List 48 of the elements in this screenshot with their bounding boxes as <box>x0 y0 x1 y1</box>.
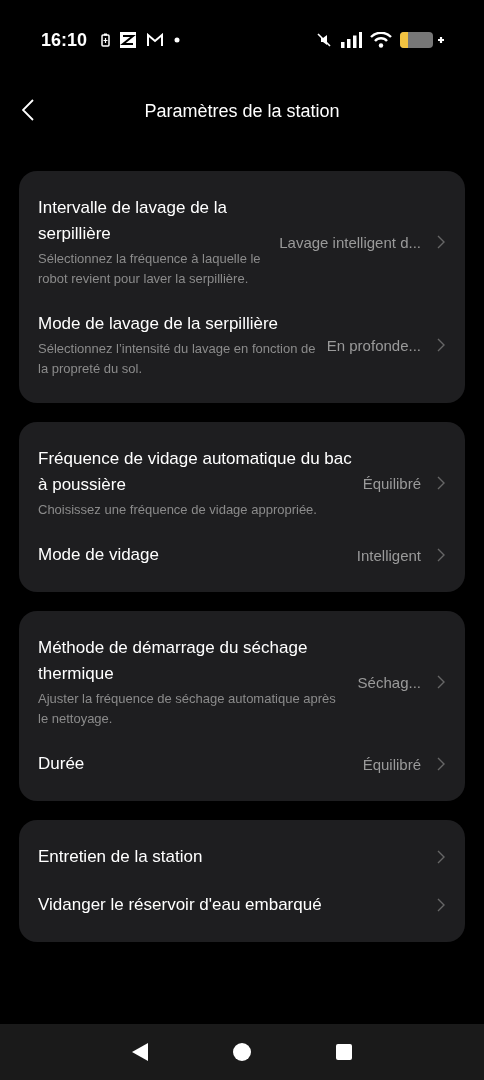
setting-title: Intervalle de lavage de la serpillière <box>38 197 229 245</box>
setting-title: Fréquence de vidage automatique du bac à poussière <box>38 448 353 496</box>
setting-title: Vidanger le réservoir d'eau embarqué <box>38 894 323 916</box>
setting-value: Équilibré <box>362 474 421 492</box>
setting-title: Entretien de la station <box>38 846 204 868</box>
setting-value: Intelligent <box>356 546 421 564</box>
page-title: Paramètres de la station <box>144 100 340 122</box>
setting-description: Sélectionnez l’intensité du lavage en fonction de la propreté du sol. <box>38 340 317 378</box>
chevron-icon <box>437 675 445 689</box>
settings-row[interactable]: Intervalle de lavage de la serpillière Sélectionnez la fréquence à laquelle le robot revient pour laver la serpillière. Lavage intelligent d... <box>19 184 465 300</box>
recents-nav-icon[interactable] <box>334 1043 353 1061</box>
setting-title: Mode de lavage de la serpillière <box>38 313 280 335</box>
settings-row[interactable]: Vidanger le réservoir d'eau embarqué <box>19 881 465 929</box>
app-notification-icon <box>120 32 137 48</box>
signal-icon <box>340 32 362 48</box>
mute-icon <box>316 32 332 48</box>
setting-description: Ajuster la fréquence de séchage automatique après le nettoyage. <box>38 690 337 728</box>
settings-row[interactable]: Entretien de la station <box>19 833 465 881</box>
chevron-icon <box>437 476 445 490</box>
chevron-icon <box>437 235 445 249</box>
setting-value: Lavage intelligent d... <box>279 233 421 251</box>
back-nav-icon[interactable] <box>131 1042 150 1062</box>
setting-value: Séchag... <box>357 673 421 691</box>
chevron-icon <box>437 338 445 352</box>
chevron-icon <box>437 898 445 912</box>
dot-icon <box>174 37 181 43</box>
status-time: 16:10 <box>41 29 88 51</box>
setting-value: Équilibré <box>362 755 421 773</box>
back-button[interactable] <box>22 99 34 121</box>
settings-row[interactable]: Fréquence de vidage automatique du bac à poussière Choisissez une fréquence de vidage appropriée. Équilibré <box>19 435 465 531</box>
chevron-icon <box>437 757 445 771</box>
settings-row[interactable]: Méthode de démarrage du séchage thermique Ajuster la fréquence de séchage automatique après le nettoyage. Séchag... <box>19 624 465 740</box>
setting-title: Durée <box>38 753 86 775</box>
setting-value: En profonde... <box>326 336 421 354</box>
battery-saver-icon <box>101 33 111 47</box>
settings-row[interactable]: Mode de lavage de la serpillière Sélectionnez l’intensité du lavage en fonction de la propreté du sol. En profonde... <box>19 300 465 390</box>
chevron-icon <box>437 850 445 864</box>
mail-icon <box>146 33 165 47</box>
wifi-icon <box>370 32 392 48</box>
battery-charging-icon <box>400 31 444 49</box>
setting-description: Choisissez une fréquence de vidage appropriée. <box>38 501 318 519</box>
setting-title: Méthode de démarrage du séchage thermique <box>38 637 309 685</box>
settings-row[interactable]: Durée Équilibré <box>19 740 465 788</box>
setting-title: Mode de vidage <box>38 544 160 566</box>
home-nav-icon[interactable] <box>232 1042 252 1062</box>
setting-description: Sélectionnez la fréquence à laquelle le robot revient pour laver la serpillière. <box>38 250 262 288</box>
chevron-icon <box>437 548 445 562</box>
settings-row[interactable]: Mode de vidage Intelligent <box>19 531 465 579</box>
